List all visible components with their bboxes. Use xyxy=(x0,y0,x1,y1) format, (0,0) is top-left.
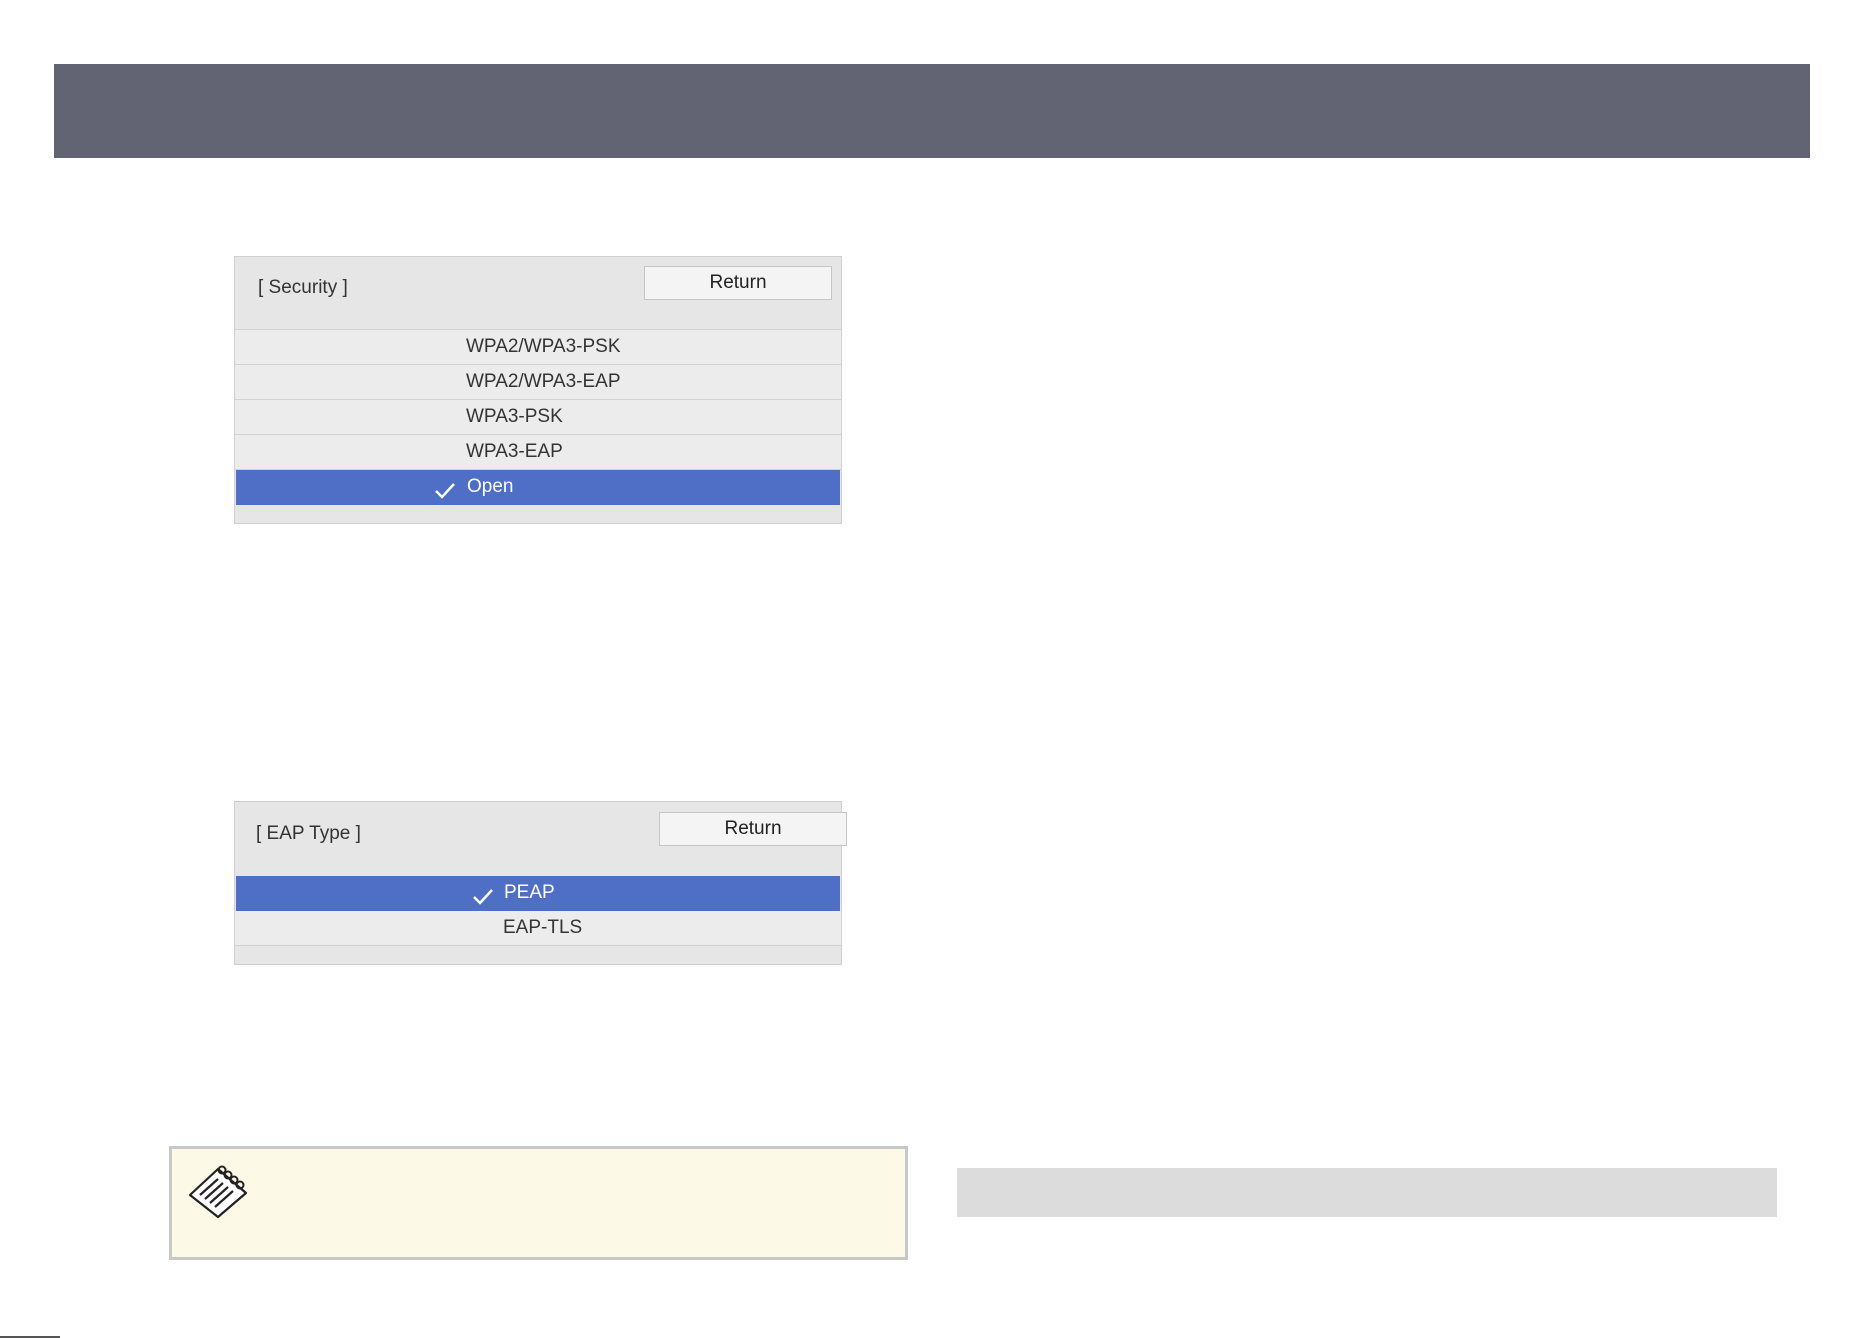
security-option-wpa3-psk[interactable]: WPA3-PSK xyxy=(235,400,841,435)
security-dialog-title: [ Security ] xyxy=(258,277,348,298)
security-dialog: [ Security ] Return WPA2/WPA3-PSK WPA2/W… xyxy=(234,256,842,524)
side-heading-bar xyxy=(957,1168,1777,1217)
option-label: Open xyxy=(467,476,514,497)
eap-option-eap-tls[interactable]: EAP-TLS xyxy=(235,911,841,946)
eap-return-button[interactable]: Return xyxy=(659,812,847,846)
note-box xyxy=(169,1146,908,1260)
option-label: EAP-TLS xyxy=(503,917,583,938)
eap-dialog-title: [ EAP Type ] xyxy=(256,823,361,844)
security-option-wpa2-wpa3-psk[interactable]: WPA2/WPA3-PSK xyxy=(235,330,841,365)
option-label: WPA3-PSK xyxy=(466,406,563,427)
note-pad-icon xyxy=(186,1163,252,1226)
eap-option-peap[interactable]: PEAP xyxy=(236,876,840,911)
option-label: PEAP xyxy=(504,882,555,903)
eap-type-dialog: [ EAP Type ] Return PEAP EAP-TLS xyxy=(234,801,847,965)
security-option-open[interactable]: Open xyxy=(236,470,840,505)
option-label: WPA3-EAP xyxy=(466,441,563,462)
option-label: WPA2/WPA3-EAP xyxy=(466,371,621,392)
security-option-wpa3-eap[interactable]: WPA3-EAP xyxy=(235,435,841,470)
page-header-bar xyxy=(54,64,1810,158)
eap-dialog-header: [ EAP Type ] Return xyxy=(235,802,847,876)
security-dialog-header: [ Security ] Return xyxy=(235,257,841,330)
security-return-button[interactable]: Return xyxy=(644,266,832,300)
checkmark-icon xyxy=(434,478,456,512)
option-label: WPA2/WPA3-PSK xyxy=(466,336,621,357)
security-option-wpa2-wpa3-eap[interactable]: WPA2/WPA3-EAP xyxy=(235,365,841,400)
